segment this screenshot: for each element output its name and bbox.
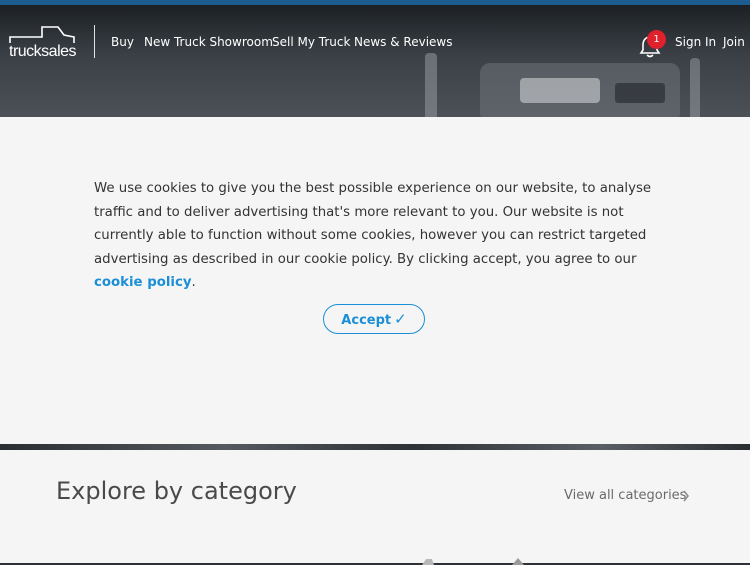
explore-section: Explore by category View all categories [0,450,750,565]
nav-divider [94,25,95,58]
explore-title: Explore by category [56,477,297,505]
sign-in-link[interactable]: Sign In [675,35,716,49]
checkmark-icon: ✓ [394,310,407,328]
cookie-consent-panel: We use cookies to give you the best poss… [0,117,750,444]
nav-sell-my-truck-link[interactable]: Sell My Truck [272,35,350,49]
nav-news-reviews-link[interactable]: News & Reviews [354,35,452,49]
join-link[interactable]: Join [723,35,745,49]
cookie-message-end: . [191,275,196,290]
truck-outline-icon [9,26,75,43]
nav-buy-link[interactable]: Buy [111,35,134,49]
logo-text: trucksales [9,43,77,60]
chevron-right-icon [683,490,689,502]
nav-new-truck-showroom-link[interactable]: New Truck Showroom [144,35,273,49]
top-navigation: trucksales Buy New Truck Showroom Sell M… [0,5,750,77]
view-all-categories-link[interactable]: View all categories [564,488,689,503]
cookie-message-text: We use cookies to give you the best poss… [94,181,652,267]
notification-count-badge: 1 [647,30,666,49]
cookie-policy-link[interactable]: cookie policy [94,275,192,290]
category-image-peek [422,558,524,565]
accept-cookies-button[interactable]: Accept ✓ [323,304,425,334]
view-all-label: View all categories [564,488,687,503]
accept-button-label: Accept [341,313,392,328]
trucksales-logo[interactable]: trucksales [8,25,78,61]
cookie-message: We use cookies to give you the best poss… [94,177,660,295]
